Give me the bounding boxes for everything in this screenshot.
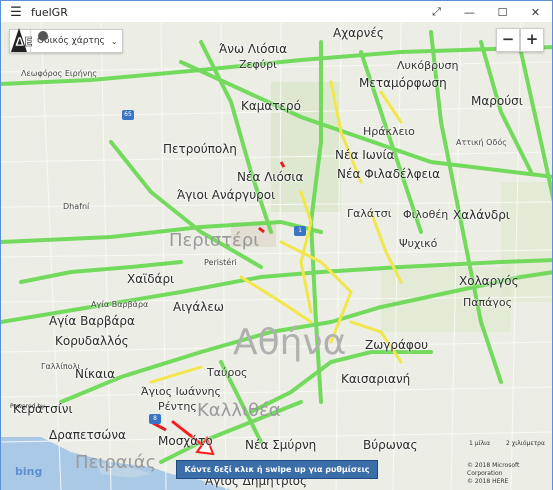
hamburger-icon[interactable]: ☰ — [1, 5, 31, 20]
place-label: Μαρούσι — [471, 94, 523, 108]
place-label: Αγία Βαρβάρα — [49, 314, 135, 328]
scale-km-label: 2 χιλιόμετρα — [506, 440, 545, 447]
svg-text:ΔΕ: ΔΕ — [15, 35, 32, 49]
minimize-icon[interactable]: — — [453, 6, 486, 19]
map-copyright: © 2018 Microsoft Corporation © 2018 HERE — [467, 462, 552, 486]
place-label: Άγιος Ιωάννης — [141, 385, 221, 398]
place-label: Ψυχικό — [399, 237, 438, 250]
place-label: Νέα Σμύρνη — [245, 438, 317, 452]
place-label: Φιλοθέη — [403, 208, 449, 221]
place-label: Παπάγος — [463, 296, 513, 309]
place-label: Μοσχάτο — [158, 434, 213, 448]
place-label: Κορυδαλλός — [55, 334, 129, 348]
place-label: Χαϊδάρι — [127, 272, 175, 286]
place-label: Άγιοι Ανάργυροι — [177, 188, 276, 202]
place-label: Χαλάνδρι — [453, 208, 510, 222]
place-label: Μεταμόρφωση — [359, 76, 447, 90]
zoom-controls: − + — [496, 28, 544, 52]
place-label: Νέα Ιωνία — [335, 148, 395, 162]
district-label: Πειραιάς — [75, 452, 157, 473]
place-label: Αιγάλεω — [173, 300, 224, 314]
map-scale: 1 μίλια 2 χιλιόμετρα — [469, 440, 545, 447]
chevron-down-icon: ⌄ — [110, 36, 118, 46]
place-label: Peristéri — [204, 258, 237, 267]
place-label: Νέα Φιλαδέλφεια — [337, 167, 441, 181]
fullscreen-icon[interactable]: ⤢ — [420, 5, 453, 19]
settings-hint-banner[interactable]: Κάντε δεξί κλικ ή swipe up για ρυθμίσεις — [176, 460, 378, 479]
place-label: Ζωγράφου — [365, 338, 429, 352]
zoom-in-button[interactable]: + — [520, 28, 544, 52]
place-label: Νίκαια — [75, 367, 115, 381]
place-label: Λυκόβρυση — [397, 59, 459, 72]
highway-shield: 1 — [294, 226, 306, 236]
place-label: Δραπετσώνα — [49, 428, 126, 442]
place-label: Γαλάτσι — [347, 207, 392, 220]
close-icon[interactable]: ✕ — [519, 6, 552, 19]
place-label: Ταύρος — [207, 366, 248, 379]
place-label: Ζεφύρι — [239, 58, 277, 71]
place-label: Βύρωνας — [363, 438, 418, 452]
place-label: Αχαρνές — [333, 26, 384, 40]
copyright-ms: © 2018 Microsoft Corporation — [467, 462, 520, 477]
place-label: Αγία Βαρβάρα — [91, 300, 149, 309]
map-view[interactable]: ▯ Οδικός χάρτης ⌄ − + Άνω Λιόσια Αχαρνές… — [0, 22, 553, 490]
place-label: Ρέντης — [158, 400, 197, 413]
place-label: Χολαργός — [459, 274, 519, 288]
road-label: Λεωφόρος Ειρήνης — [21, 69, 98, 78]
powered-by-label: Powered by — [10, 403, 45, 410]
place-label: Καισαριανή — [341, 372, 411, 386]
place-label: Dhafní — [63, 202, 90, 211]
place-label: Καματερό — [241, 99, 301, 113]
zoom-out-button[interactable]: − — [496, 28, 520, 52]
scale-mile-label: 1 μίλια — [469, 440, 491, 447]
road-label: Αττική Οδός — [456, 138, 507, 147]
copyright-here: © 2018 HERE — [467, 478, 509, 485]
place-label: Πετρούπολη — [163, 142, 237, 156]
bing-logo: bing — [15, 465, 43, 478]
app-logo-icon: ΔΕ — [11, 28, 48, 52]
highway-shield: 8 — [149, 414, 161, 424]
place-label: Νέα Λιόσια — [237, 170, 304, 184]
title-bar: ☰ fuelGR ⤢ — ☐ ✕ — [0, 0, 553, 23]
district-label: Περιστέρι — [169, 230, 260, 251]
highway-shield: 65 — [122, 110, 134, 120]
maximize-icon[interactable]: ☐ — [486, 6, 519, 19]
place-label: Άνω Λιόσια — [219, 42, 288, 56]
district-label: Καλλιθέα — [197, 400, 281, 421]
window-title: fuelGR — [31, 5, 68, 19]
city-label: Αθήνα — [233, 322, 347, 363]
place-label: Ηράκλειο — [363, 125, 415, 138]
